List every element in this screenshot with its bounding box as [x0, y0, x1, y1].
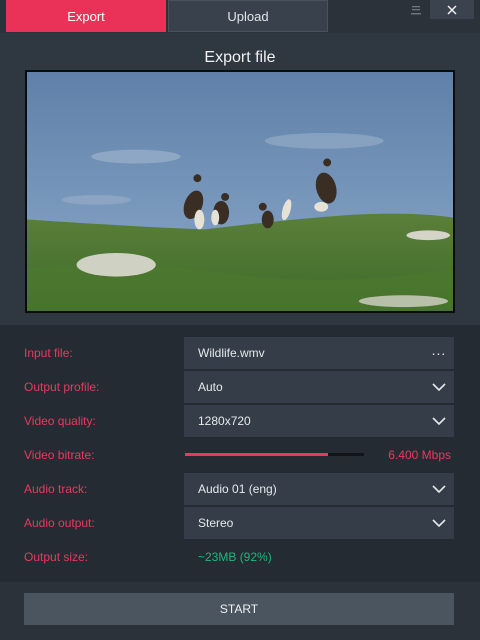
audio-output-label: Audio output:	[24, 516, 95, 530]
output-profile-select[interactable]: Auto	[184, 371, 454, 403]
chevron-down-icon	[432, 485, 446, 493]
start-button[interactable]: START	[24, 593, 454, 625]
audio-track-select[interactable]: Audio 01 (eng)	[184, 473, 454, 505]
video-preview	[25, 70, 455, 313]
input-file-field[interactable]: Wildlife.wmv ...	[184, 337, 454, 369]
output-size-value: ~23MB (92%)	[198, 550, 272, 564]
video-bitrate-slider-fill	[185, 453, 329, 456]
video-bitrate-value: 6.400 Mbps	[388, 448, 451, 462]
tab-export[interactable]: Export	[6, 0, 166, 32]
audio-track-value: Audio 01 (eng)	[198, 482, 277, 496]
audio-track-label: Audio track:	[24, 482, 88, 496]
close-button[interactable]	[430, 0, 474, 19]
tab-upload[interactable]: Upload	[168, 0, 328, 32]
input-file-label: Input file:	[24, 346, 73, 360]
video-quality-select[interactable]: 1280x720	[184, 405, 454, 437]
browse-button[interactable]: ...	[432, 342, 447, 358]
minimize-icon	[411, 5, 421, 14]
video-bitrate-slider[interactable]	[185, 453, 364, 456]
chevron-down-icon	[432, 519, 446, 527]
output-profile-value: Auto	[198, 380, 223, 394]
minimize-button[interactable]	[404, 0, 428, 19]
output-size-label: Output size:	[24, 550, 89, 564]
page-title: Export file	[204, 49, 276, 66]
chevron-down-icon	[432, 417, 446, 425]
video-quality-value: 1280x720	[198, 414, 251, 428]
audio-output-select[interactable]: Stereo	[184, 507, 454, 539]
close-icon	[447, 4, 457, 15]
video-bitrate-label: Video bitrate:	[24, 448, 95, 462]
input-file-value: Wildlife.wmv	[198, 346, 265, 360]
preview-image	[27, 72, 453, 311]
video-quality-label: Video quality:	[24, 414, 96, 428]
chevron-down-icon	[432, 383, 446, 391]
audio-output-value: Stereo	[198, 516, 234, 530]
output-profile-label: Output profile:	[24, 380, 100, 394]
